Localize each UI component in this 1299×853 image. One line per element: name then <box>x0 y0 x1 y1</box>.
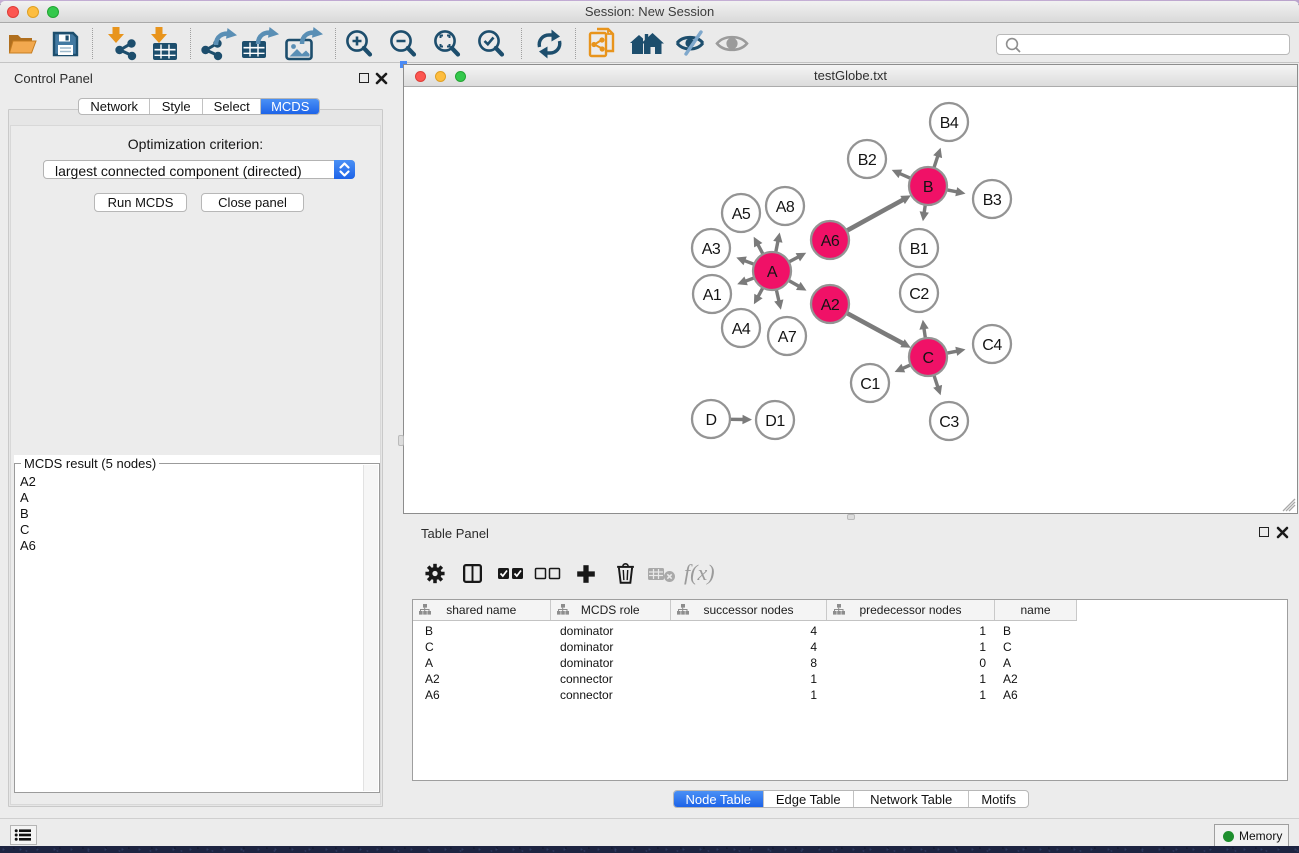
svg-text:C: C <box>922 350 933 367</box>
svg-text:D1: D1 <box>765 413 785 430</box>
svg-text:B1: B1 <box>910 241 929 258</box>
svg-text:A8: A8 <box>776 199 795 216</box>
svg-text:B2: B2 <box>858 152 877 169</box>
svg-text:B: B <box>923 179 933 196</box>
svg-text:A5: A5 <box>732 206 751 223</box>
svg-text:D: D <box>705 412 716 429</box>
svg-text:C4: C4 <box>982 337 1002 354</box>
svg-text:C3: C3 <box>939 414 959 431</box>
svg-text:A2: A2 <box>821 297 840 314</box>
svg-text:C2: C2 <box>909 286 929 303</box>
svg-text:A: A <box>767 264 778 281</box>
svg-text:A1: A1 <box>703 287 722 304</box>
svg-text:A6: A6 <box>821 233 840 250</box>
svg-text:A7: A7 <box>778 329 797 346</box>
svg-text:A4: A4 <box>732 321 751 338</box>
svg-text:C1: C1 <box>860 376 880 393</box>
svg-text:B3: B3 <box>983 192 1002 209</box>
svg-text:A3: A3 <box>702 241 721 258</box>
svg-text:B4: B4 <box>940 115 959 132</box>
